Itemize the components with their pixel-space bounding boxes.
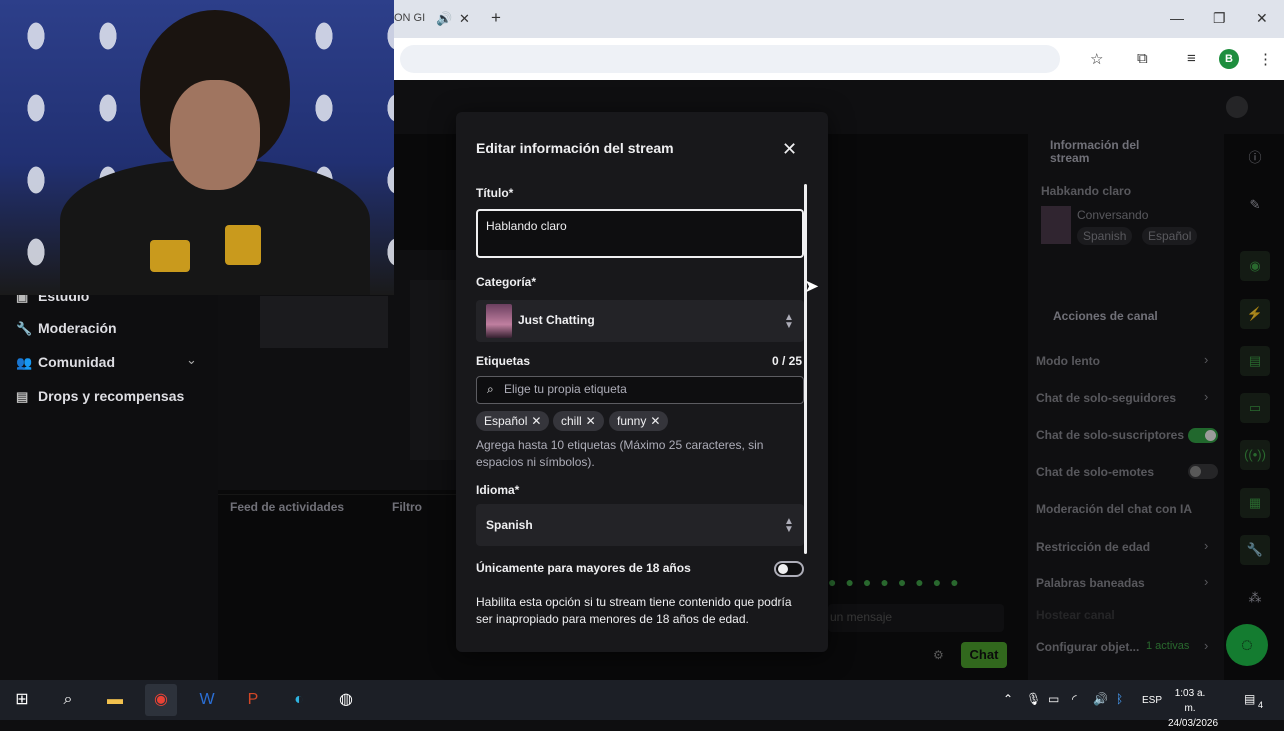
window-close-icon[interactable]: ✕ — [1256, 10, 1268, 27]
file-explorer-icon[interactable]: ▬ — [99, 684, 131, 716]
bluetooth-icon[interactable]: ᛒ — [1116, 692, 1123, 706]
extensions-icon[interactable]: ⧉ — [1137, 50, 1148, 67]
webcam-overlay — [0, 0, 394, 295]
minimize-icon[interactable]: — — [1170, 10, 1184, 26]
search-icon[interactable]: ⌕ — [52, 684, 84, 716]
select-arrows-icon: ▲ ▼ — [784, 516, 794, 535]
category-thumbnail — [486, 304, 512, 338]
battery-icon[interactable]: ▭ — [1048, 692, 1059, 706]
tab-title[interactable]: ON GI — [394, 12, 425, 24]
shirt-logo — [150, 240, 190, 272]
sidebar-item-drops[interactable]: ▤ Drops y recompensas — [16, 388, 184, 405]
remove-tag-icon[interactable]: ✕ — [531, 414, 541, 428]
tab-close-icon[interactable]: ✕ — [459, 11, 470, 27]
language-value: Spanish — [486, 518, 533, 532]
tag-chip[interactable]: funny ✕ — [609, 411, 669, 431]
category-value: Just Chatting — [518, 313, 595, 327]
chrome-icon[interactable]: ◉ — [145, 684, 177, 716]
gift-icon: ▤ — [16, 389, 29, 404]
sidebar-item-community[interactable]: 👥 Comunidad — [16, 354, 115, 371]
remove-tag-icon[interactable]: ✕ — [650, 414, 660, 428]
modal-title: Editar información del stream — [476, 140, 674, 156]
sidebar-item-moderation[interactable]: 🔧 Moderación — [16, 320, 117, 337]
microphone-icon[interactable]: 🎙 — [1026, 692, 1041, 706]
category-label: Categoría* — [476, 275, 537, 289]
mature-content-help: Habilita esta opción si tu stream tiene … — [476, 595, 792, 626]
webcam-person-face — [170, 80, 260, 190]
select-arrows-icon: ▲ ▼ — [784, 312, 794, 331]
title-label: Título* — [476, 186, 514, 200]
input-language[interactable]: ESP — [1142, 695, 1162, 706]
modal-scrollbar[interactable] — [804, 184, 807, 554]
new-tab-icon[interactable]: + — [491, 8, 501, 28]
title-input-value[interactable]: Hablando claro — [486, 219, 567, 233]
media-control-icon[interactable]: ≡ — [1187, 50, 1196, 67]
tag-chip[interactable]: chill ✕ — [553, 411, 604, 431]
profile-avatar[interactable]: B — [1219, 49, 1239, 69]
wrench-icon: 🔧 — [16, 321, 33, 336]
close-icon[interactable]: ✕ — [782, 139, 797, 160]
tags-label: Etiquetas — [476, 354, 531, 368]
clock-time: 1:03 a. m. — [1174, 688, 1206, 714]
volume-icon[interactable]: 🔊 — [1093, 692, 1108, 706]
tray-overflow-icon[interactable]: ⌃ — [1003, 692, 1013, 706]
search-icon: ⌕ — [487, 382, 494, 396]
system-clock[interactable]: 1:03 a. m. 24/03/2026 — [1168, 686, 1219, 731]
remove-tag-icon[interactable]: ✕ — [586, 414, 596, 428]
tags-help-text: Agrega hasta 10 etiquetas (Máximo 25 car… — [476, 438, 764, 469]
restore-icon[interactable]: ❐ — [1213, 10, 1226, 27]
tag-chip[interactable]: Español ✕ — [476, 411, 550, 431]
tags-counter: 0 / 25 — [772, 354, 803, 368]
language-label: Idioma* — [476, 483, 520, 497]
mature-content-label: Únicamente para mayores de 18 años — [476, 561, 691, 575]
people-icon: 👥 — [16, 355, 33, 370]
shirt-logo — [225, 225, 261, 265]
browser-menu-icon[interactable]: ⋮ — [1258, 50, 1273, 68]
clock-date: 24/03/2026 — [1168, 718, 1219, 729]
chevron-down-icon[interactable]: ⌄ — [186, 352, 197, 368]
obs-icon[interactable]: ◍ — [330, 684, 362, 716]
address-bar[interactable] — [400, 45, 1060, 73]
windows-start-icon[interactable]: ⊞ — [6, 684, 38, 716]
title-input[interactable] — [476, 209, 804, 258]
tags-input-placeholder: Elige tu propia etiqueta — [504, 382, 627, 396]
mature-content-toggle[interactable] — [774, 561, 804, 577]
mouse-cursor-icon: ➤ — [804, 276, 820, 296]
wifi-icon[interactable]: ◜ — [1072, 692, 1077, 706]
speaker-icon[interactable]: 🔊 — [436, 11, 452, 27]
word-icon[interactable]: W — [191, 684, 223, 716]
powerpoint-icon[interactable]: P — [237, 684, 269, 716]
notification-count: 4 — [1258, 700, 1264, 710]
edge-icon[interactable]: ◐ — [283, 684, 315, 716]
notifications-icon[interactable]: ▤ — [1244, 692, 1255, 706]
bookmark-star-icon[interactable]: ☆ — [1090, 50, 1103, 68]
